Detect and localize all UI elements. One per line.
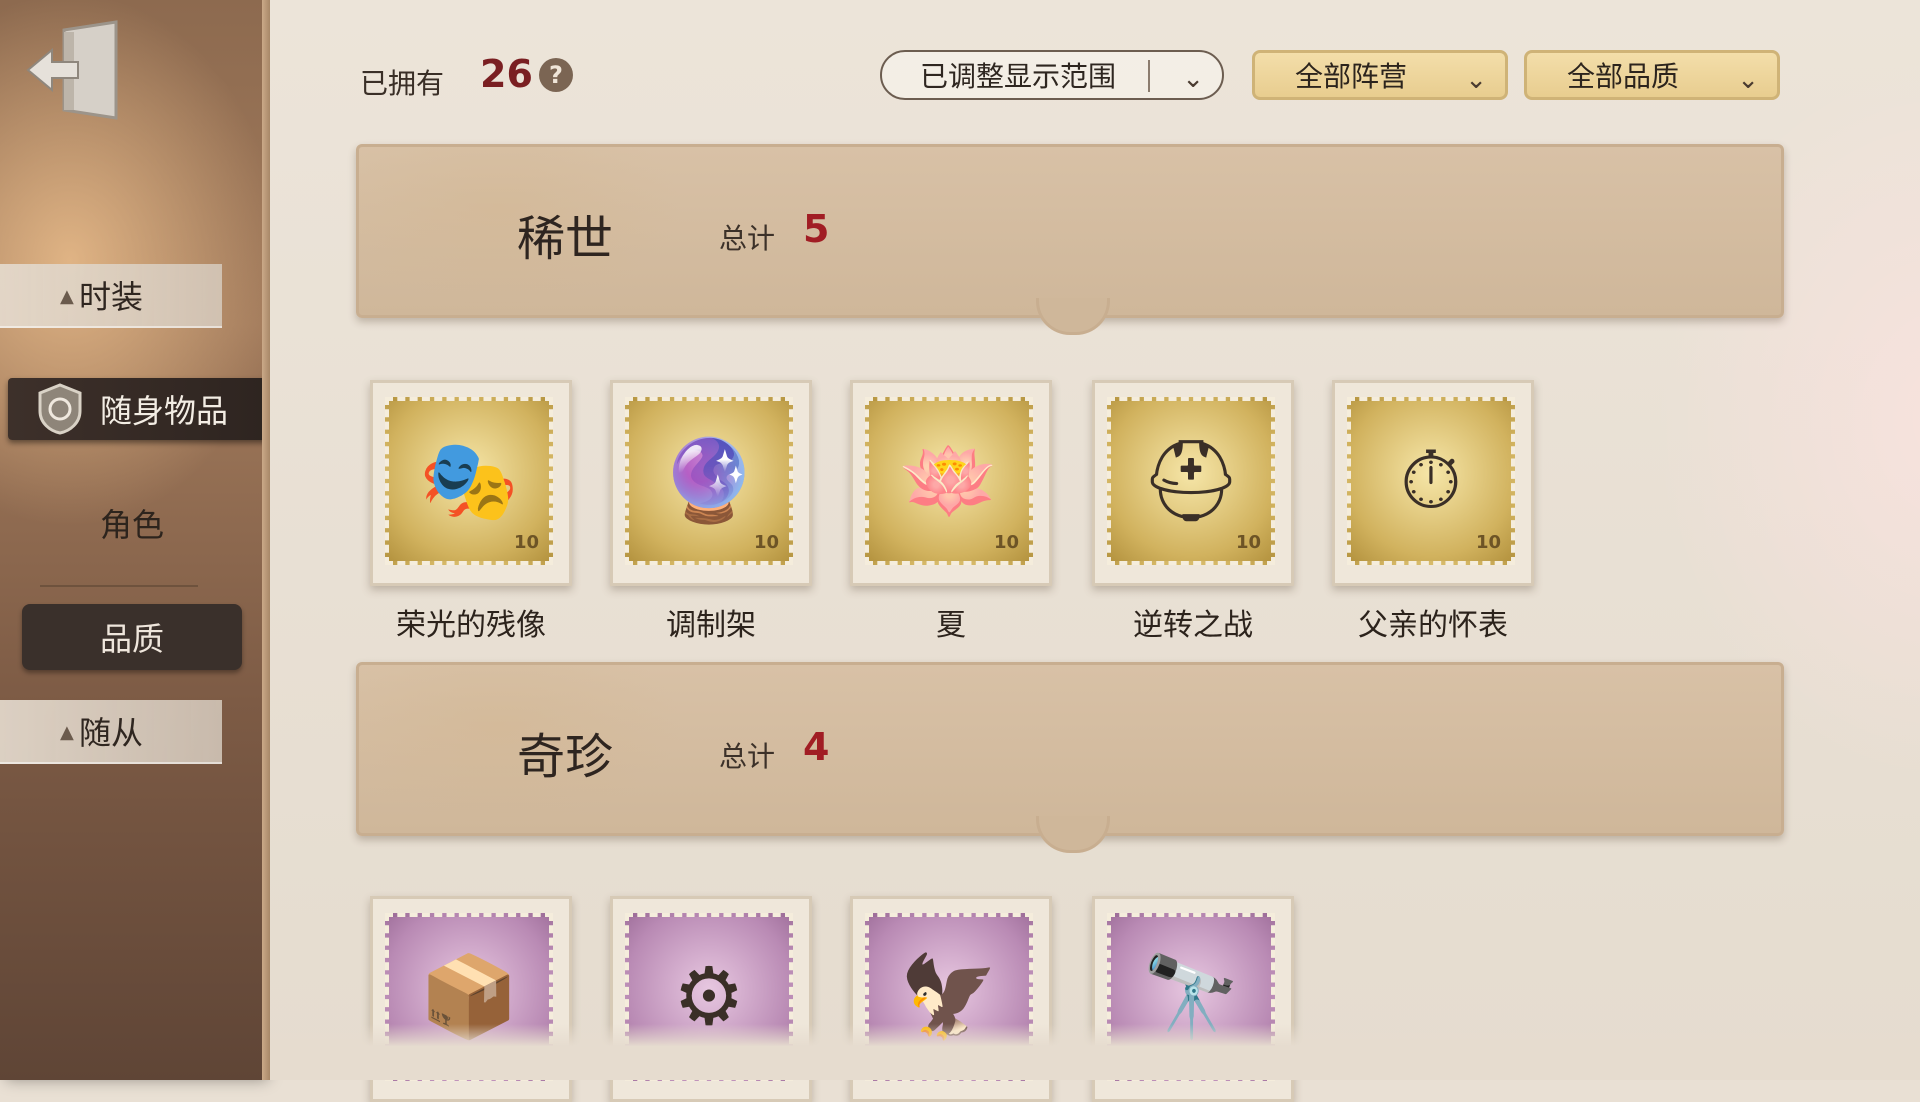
dropdown-separator: [1148, 60, 1150, 92]
stamp-frame: ⏱ 10: [1347, 397, 1515, 565]
quality-filter-label: 全部品质: [1567, 60, 1680, 93]
item-stamp: ⏱ 10: [1332, 380, 1534, 586]
stamp-number: 10: [513, 532, 539, 553]
crystal-icon: 🔮: [659, 434, 759, 527]
section-banner-rare: 稀世 总计 5: [356, 144, 1784, 335]
stamp-number: 10: [993, 532, 1019, 553]
chevron-down-icon: ⌄: [1182, 64, 1204, 94]
section-title: 奇珍: [517, 729, 614, 785]
exit-door-icon: [26, 20, 118, 120]
sidebar-item-accessories[interactable]: 随身物品: [8, 378, 300, 440]
chevron-down-icon: ⌄: [1737, 65, 1759, 95]
section-total-count: 5: [803, 207, 830, 251]
item-name: 夏: [936, 608, 966, 643]
item-name: 父亲的怀表: [1358, 608, 1508, 643]
section-total-label: 总计: [719, 222, 776, 255]
display-range-dropdown[interactable]: 已调整显示范围 ⌄: [880, 50, 1224, 100]
nav-divider: [40, 585, 198, 587]
sidebar-item-fashion[interactable]: ▲ 时装: [0, 264, 222, 328]
item-card[interactable]: 🪷 10 夏: [850, 380, 1052, 644]
sidebar-item-quality[interactable]: 品质: [22, 604, 242, 670]
stamp-frame: 🎭 10: [385, 397, 553, 565]
item-stamp: 🔮 10: [610, 380, 812, 586]
section-title: 稀世: [517, 211, 614, 267]
help-icon[interactable]: ?: [539, 58, 573, 92]
stamp-number: 10: [753, 532, 779, 553]
sidebar-item-label: 随身物品: [100, 392, 229, 430]
section-total-count: 4: [803, 725, 830, 769]
stamp-number: 10: [1475, 532, 1501, 553]
section-total-label: 总计: [719, 740, 776, 773]
sidebar-item-follower[interactable]: ▲ 随从: [0, 700, 222, 764]
stamp-frame: 🔮 10: [625, 397, 793, 565]
scroll-fade: [270, 1024, 1920, 1080]
item-card[interactable]: 🔮 10 调制架: [610, 380, 812, 644]
sidebar: ▲ 时装 随身物品 角色 品质 ▲ 随从: [0, 0, 300, 1080]
pocket-watch-icon: ⏱: [1399, 434, 1463, 527]
sidebar-item-label: 品质: [99, 620, 164, 658]
sidebar-item-label: 时装: [78, 278, 143, 316]
chevron-down-icon: ⌄: [1465, 65, 1487, 95]
item-card[interactable]: ⛑ 10 逆转之战: [1092, 380, 1294, 644]
lotus-icon: 🪷: [899, 434, 999, 527]
section-banner-treasure: 奇珍 总计 4: [356, 662, 1784, 853]
quality-filter-dropdown[interactable]: 全部品质 ⌄: [1524, 50, 1780, 100]
shield-emblem-icon: [38, 383, 82, 435]
sidebar-item-label: 角色: [99, 506, 164, 544]
item-stamp: 🪷 10: [850, 380, 1052, 586]
item-stamp: ⛑ 10: [1092, 380, 1294, 586]
camp-filter-dropdown[interactable]: 全部阵营 ⌄: [1252, 50, 1508, 100]
owned-count: 26: [480, 52, 533, 96]
item-name: 逆转之战: [1133, 608, 1253, 643]
camp-filter-label: 全部阵营: [1295, 60, 1408, 93]
mask-icon: 🎭: [419, 434, 519, 527]
stamp-frame: 🪷 10: [865, 397, 1033, 565]
caret-up-icon: ▲: [60, 286, 74, 307]
item-card[interactable]: 🎭 10 荣光的残像: [370, 380, 572, 644]
stamp-number: 10: [1235, 532, 1261, 553]
stamp-frame: ⛑ 10: [1107, 397, 1275, 565]
display-range-label: 已调整显示范围: [920, 60, 1117, 93]
caret-up-icon: ▲: [60, 722, 74, 743]
item-stamp: 🎭 10: [370, 380, 572, 586]
sidebar-item-label: 随从: [78, 714, 143, 752]
sidebar-item-character[interactable]: 角色: [28, 492, 236, 554]
owned-label: 已拥有: [360, 67, 445, 100]
item-card[interactable]: ⏱ 10 父亲的怀表: [1332, 380, 1534, 644]
item-name: 荣光的残像: [396, 608, 546, 643]
exit-button[interactable]: [24, 18, 124, 124]
item-name: 调制架: [666, 608, 756, 643]
helmet-icon: ⛑: [1140, 434, 1242, 527]
